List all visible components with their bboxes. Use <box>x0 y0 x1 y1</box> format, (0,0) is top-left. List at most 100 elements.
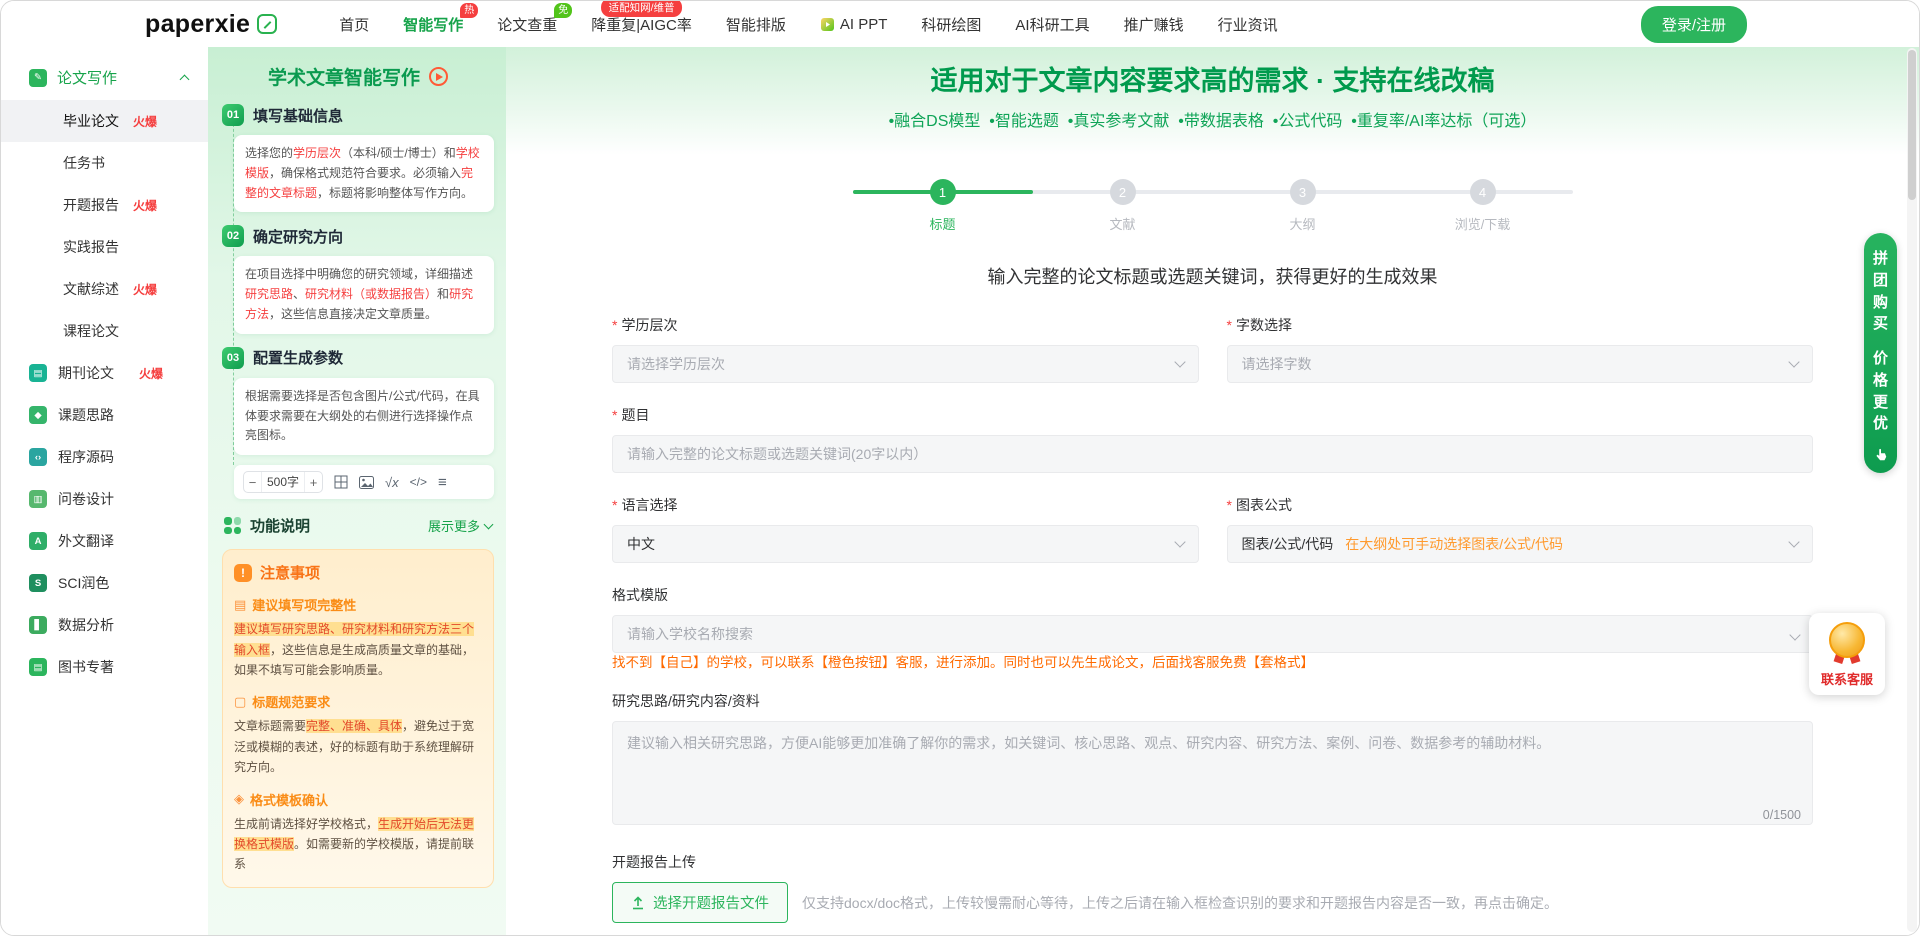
show-more-label: 展示更多 <box>428 516 480 535</box>
login-register-button[interactable]: 登录/注册 <box>1641 6 1747 43</box>
guide-step-2: 02 确定研究方向 在项目选择中明确您的研究领域，详细描述研究思路、研究材料（或… <box>222 225 494 333</box>
chevron-up-icon <box>180 74 190 84</box>
nav-item-ai-research-tools[interactable]: AI科研工具 <box>1015 14 1089 35</box>
step-dot: 2 <box>1110 179 1136 205</box>
group-buy-banner[interactable]: 拼团购买 价格更优 <box>1864 233 1897 473</box>
sidebar-item-literature-review[interactable]: 文献综述 火爆 <box>1 268 208 310</box>
main-nav: 首页 智能写作 热 论文查重 免 适配知网/维普 降重复|AIGC率 智能排版 <box>339 14 1277 35</box>
brand-mark-icon <box>257 14 277 34</box>
formula-icon[interactable] <box>385 475 399 490</box>
word-count-label: 字数选择 <box>1227 315 1814 335</box>
nav-label: 智能写作 <box>403 14 463 35</box>
hero-banner: 适用对于文章内容要求高的需求 · 支持在线改稿 •融合DS模型 •智能选题 •真… <box>506 47 1919 155</box>
journal-icon <box>29 364 47 382</box>
notice-item-2: 标题规范要求 文章标题需要完整、准确、具体，避免过于宽泛或模糊的表述，好的标题有… <box>234 692 482 777</box>
step-title[interactable]: 1 标题 <box>853 179 1033 233</box>
hot-tag: 火爆 <box>133 113 157 130</box>
word-count-stepper[interactable]: 500字 <box>243 471 323 493</box>
list-icon[interactable] <box>438 474 447 491</box>
select-value: 图表/公式/代码 <box>1242 534 1334 554</box>
notice-item-title: 标题规范要求 <box>252 692 330 711</box>
sidebar-item-practice-report[interactable]: 实践报告 <box>1 226 208 268</box>
step-outline[interactable]: 3 大纲 <box>1213 179 1393 233</box>
language-select[interactable]: 中文 <box>612 525 1199 563</box>
table-icon[interactable] <box>334 475 348 489</box>
sidebar-item-data-analysis[interactable]: 数据分析 <box>1 604 208 646</box>
code-icon[interactable] <box>410 475 427 489</box>
sidebar-item-label: 课题思路 <box>58 405 114 425</box>
upload-proposal-button[interactable]: 选择开题报告文件 <box>612 882 788 923</box>
guide-step-3: 03 配置生成参数 根据需要选择是否包含图片/公式/代码，在具体要求需要在大纲处… <box>222 347 494 499</box>
pen-icon <box>29 69 47 87</box>
notice-item-title: 建议填写项完整性 <box>252 595 356 614</box>
ppt-icon <box>820 17 835 32</box>
edu-level-select[interactable]: 请选择学历层次 <box>612 345 1199 383</box>
sidebar-item-label: SCI润色 <box>58 573 109 593</box>
minus-icon[interactable] <box>244 472 261 492</box>
sidebar-item-foreign-translation[interactable]: 外文翻译 <box>1 520 208 562</box>
sidebar-item-journal-paper[interactable]: 期刊论文 火爆 <box>1 352 208 394</box>
sidebar-item-proposal-report[interactable]: 开题报告 火爆 <box>1 184 208 226</box>
book-icon <box>29 658 47 676</box>
research-idea-textarea[interactable] <box>612 721 1813 825</box>
sidebar-item-sci-polish[interactable]: SCI润色 <box>1 562 208 604</box>
scrollbar-thumb[interactable] <box>1908 50 1916 200</box>
nav-item-ai-ppt[interactable]: AI PPT <box>820 16 888 33</box>
step-literature[interactable]: 2 文献 <box>1033 179 1213 233</box>
nav-item-promotion[interactable]: 推广赚钱 <box>1124 14 1184 35</box>
upload-button-label: 选择开题报告文件 <box>653 892 769 913</box>
grid-icon <box>224 517 241 534</box>
word-count-select[interactable]: 请选择字数 <box>1227 345 1814 383</box>
guide-panel: 学术文章智能写作 01 填写基础信息 选择您的学历层次（本科/硕士/博士）和学校… <box>208 47 506 936</box>
nav-item-reduce-aigc[interactable]: 适配知网/维普 降重复|AIGC率 <box>591 14 692 35</box>
nav-item-smart-typeset[interactable]: 智能排版 <box>726 14 786 35</box>
plus-icon[interactable] <box>305 472 322 492</box>
sidebar-item-course-paper[interactable]: 课程论文 <box>1 310 208 352</box>
upload-hint: 仅支持docx/doc格式，上传较慢需耐心等待，上传之后请在输入框检查识别的要求… <box>802 893 1558 913</box>
nav-label: 论文查重 <box>497 14 557 35</box>
sidebar-item-label: 毕业论文 <box>63 111 119 131</box>
code-icon <box>29 448 47 466</box>
nav-item-industry-news[interactable]: 行业资讯 <box>1218 14 1278 35</box>
notice-item-3: 格式模板确认 生成前请选择好学校格式，生成开始后无法更换格式模版。如需要新的学校… <box>234 790 482 875</box>
brand-logo[interactable]: paperxie <box>145 10 277 39</box>
translate-icon <box>29 532 47 550</box>
contact-service-float[interactable]: 联系客服 <box>1809 613 1885 695</box>
notice-item-body: 文章标题需要完整、准确、具体，避免过于宽泛或模糊的表述，好的标题有助于系统理解研… <box>234 716 482 777</box>
sidebar-item-graduation-thesis[interactable]: 毕业论文 火爆 <box>1 100 208 142</box>
nav-label: AI科研工具 <box>1015 14 1089 35</box>
notice-card: ! 注意事项 建议填写项完整性 建议填写研究思路、研究材料和研究方法三个输入框，… <box>222 549 494 888</box>
play-video-icon[interactable] <box>429 67 448 86</box>
nav-item-smart-writing[interactable]: 智能写作 热 <box>403 14 463 35</box>
generation-toolbar: 500字 <box>234 465 494 499</box>
upload-icon <box>631 896 645 910</box>
notice-item-1: 建议填写项完整性 建议填写研究思路、研究材料和研究方法三个输入框，这些信息是生成… <box>234 595 482 680</box>
sidebar-item-questionnaire-design[interactable]: 问卷设计 <box>1 478 208 520</box>
nav-item-plagiarism-check[interactable]: 论文查重 免 <box>497 14 557 35</box>
brand-name: paperxie <box>145 10 250 39</box>
step-preview-download[interactable]: 4 浏览/下载 <box>1393 179 1573 233</box>
nav-label: 推广赚钱 <box>1124 14 1184 35</box>
sidebar-item-label: 外文翻译 <box>58 531 114 551</box>
chevron-down-icon <box>1788 356 1799 367</box>
select-value: 中文 <box>627 534 655 554</box>
title-input[interactable] <box>612 435 1813 473</box>
chart-formula-select[interactable]: 图表/公式/代码 在大纲处可手动选择图表/公式/代码 <box>1227 525 1814 563</box>
sidebar-item-label: 课程论文 <box>63 321 119 341</box>
sidebar-item-task-book[interactable]: 任务书 <box>1 142 208 184</box>
notice-item-body: 生成前请选择好学校格式，生成开始后无法更换格式模版。如需要新的学校模版，请提前联… <box>234 814 482 875</box>
sidebar-item-book-monograph[interactable]: 图书专著 <box>1 646 208 688</box>
school-search-input[interactable] <box>612 615 1813 653</box>
sidebar-item-source-code[interactable]: 程序源码 <box>1 436 208 478</box>
nav-item-research-drawing[interactable]: 科研绘图 <box>921 14 981 35</box>
step-dot: 4 <box>1470 179 1496 205</box>
guide-step-title: 确定研究方向 <box>253 226 343 247</box>
notice-header: ! 注意事项 <box>234 562 482 583</box>
scrollbar-track[interactable] <box>1907 48 1917 932</box>
chevron-down-icon <box>484 519 494 529</box>
sidebar-group-paper-writing[interactable]: 论文写作 <box>1 55 208 100</box>
sidebar-item-topic-ideas[interactable]: 课题思路 <box>1 394 208 436</box>
nav-item-home[interactable]: 首页 <box>339 14 369 35</box>
show-more-button[interactable]: 展示更多 <box>428 516 492 535</box>
image-icon[interactable] <box>359 476 374 489</box>
